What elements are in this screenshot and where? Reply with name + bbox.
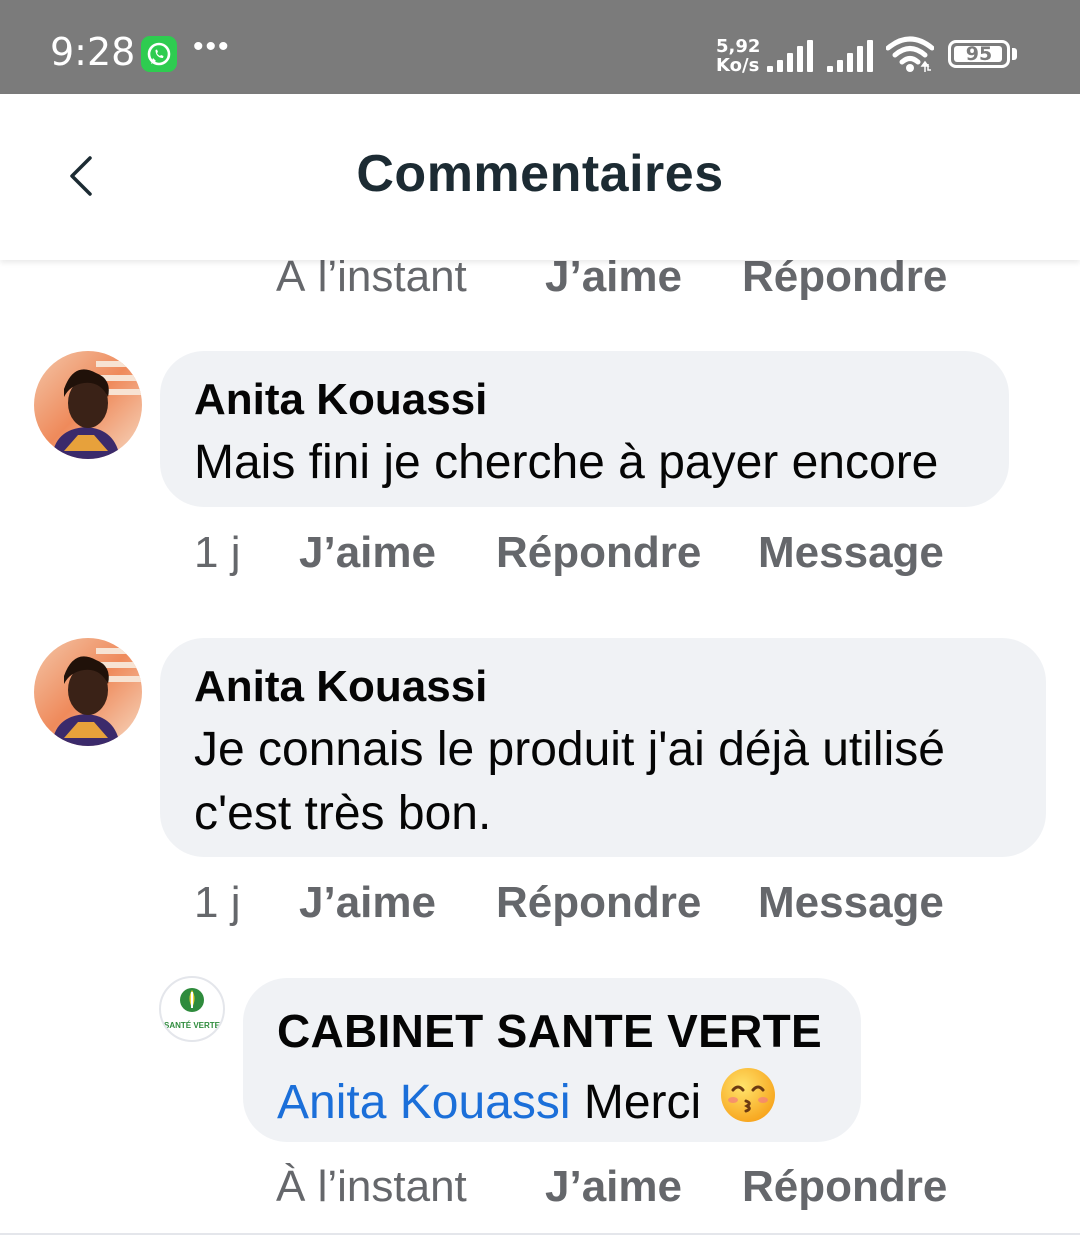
comment-text: Je connais le produit j'ai déjà utilisé … — [194, 718, 945, 846]
wifi-icon — [886, 36, 934, 72]
network-speed-unit: Ko/s — [716, 55, 760, 76]
comment-text-line: Je connais le produit j'ai déjà utilisé — [194, 723, 945, 776]
reply-button[interactable]: Répondre — [496, 878, 701, 928]
battery-tip — [1012, 48, 1017, 60]
kissing-face-emoji-icon — [719, 1066, 777, 1141]
comment-author[interactable]: Anita Kouassi — [194, 662, 487, 712]
comment-author[interactable]: CABINET SANTE VERTE — [277, 1004, 822, 1058]
comment-actions: À l’instant J’aime Répondre — [0, 1162, 1080, 1222]
page-avatar[interactable]: SANTÉ VERTE — [159, 976, 225, 1042]
reply-button[interactable]: Répondre — [496, 528, 701, 578]
network-speed-value: 5,92 — [716, 36, 761, 57]
like-button[interactable]: J’aime — [299, 878, 436, 928]
battery-level: 95 — [965, 43, 993, 65]
comment-time: À l’instant — [276, 1162, 467, 1211]
avatar[interactable] — [34, 638, 142, 746]
reply-button[interactable]: Répondre — [742, 1162, 947, 1212]
page-title: Commentaires — [356, 145, 724, 203]
comment-text: Anita Kouassi Merci — [277, 1066, 777, 1141]
avatar[interactable] — [34, 351, 142, 459]
more-dots-icon: ••• — [193, 30, 231, 63]
comment-actions: 1 j J’aime Répondre Message — [0, 528, 1080, 588]
comment-bubble[interactable]: CABINET SANTE VERTE Anita Kouassi Merci — [243, 978, 861, 1142]
network-speed: 5,92 Ko/s — [716, 37, 760, 75]
comment-text-line: c'est très bon. — [194, 787, 492, 840]
like-button[interactable]: J’aime — [545, 1162, 682, 1212]
profile-photo — [34, 638, 142, 746]
profile-photo — [34, 351, 142, 459]
whatsapp-icon — [141, 36, 177, 72]
signal-icon — [827, 40, 873, 72]
comment-time: 1 j — [194, 528, 241, 577]
comment-author[interactable]: Anita Kouassi — [194, 375, 487, 425]
comment-text: Mais fini je cherche à payer encore — [194, 436, 939, 489]
reply-text: Merci — [583, 1076, 702, 1129]
logo-text: SANTÉ VERTE — [164, 1021, 221, 1030]
message-button[interactable]: Message — [758, 528, 944, 578]
comment-time: 1 j — [194, 878, 241, 927]
comment-actions: À l’instant J’aime Répondre — [0, 252, 1080, 312]
mention-link[interactable]: Anita Kouassi — [277, 1076, 571, 1129]
comment-bubble[interactable]: Anita Kouassi Je connais le produit j'ai… — [160, 638, 1046, 857]
status-bar: 9:28 ••• 5,92 Ko/s 95 — [0, 0, 1080, 94]
like-button[interactable]: J’aime — [299, 528, 436, 578]
sante-verte-logo: SANTÉ VERTE — [164, 988, 221, 1030]
status-time: 9:28 — [50, 30, 136, 74]
signal-icon — [767, 40, 813, 72]
comment-bubble[interactable]: Anita Kouassi Mais fini je cherche à pay… — [160, 351, 1009, 507]
battery-icon: 95 — [948, 40, 1010, 68]
message-button[interactable]: Message — [758, 878, 944, 928]
header: Commentaires — [0, 94, 1080, 260]
comment-actions: 1 j J’aime Répondre Message — [0, 878, 1080, 938]
